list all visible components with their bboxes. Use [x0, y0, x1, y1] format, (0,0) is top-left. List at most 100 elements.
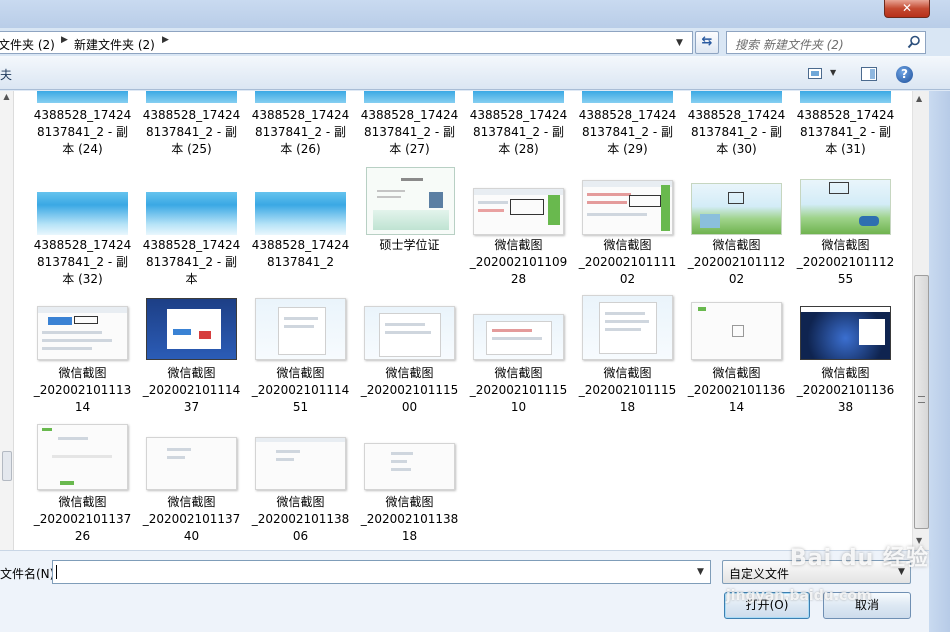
file-item[interactable]: 4388528_17424 8137841_2 - 副本 — [137, 166, 246, 286]
file-item[interactable]: 微信截图 _202002101115 18 — [573, 295, 682, 415]
file-name: 微信截图 _202002101136 14 — [687, 366, 786, 414]
file-item[interactable]: 4388528_17424 8137841_2 - 副本 (32) — [28, 166, 137, 286]
file-thumbnail — [37, 91, 128, 103]
file-thumbnail — [37, 306, 128, 360]
file-thumbnail — [364, 443, 455, 490]
toolbar: 夫 ▼ ? — [0, 56, 950, 90]
file-name: 4388528_17424 8137841_2 - 副本 (31) — [796, 108, 895, 156]
file-item[interactable]: 微信截图 _202002101138 06 — [246, 421, 355, 543]
search-box[interactable]: 搜索 新建文件夹 (2) — [726, 31, 926, 54]
file-thumbnail — [582, 295, 673, 360]
file-item[interactable]: 微信截图 _202002101114 51 — [246, 295, 355, 415]
close-button[interactable]: ✕ — [884, 0, 930, 18]
file-item[interactable]: 4388528_17424 8137841_2 - 副本 (26) — [246, 91, 355, 156]
file-name: 微信截图 _202002101138 18 — [360, 495, 459, 543]
file-name: 微信截图 _202002101137 40 — [142, 495, 241, 543]
scrollbar-grip-icon — [918, 396, 925, 403]
window-frame-right — [929, 91, 950, 632]
file-item[interactable]: 微信截图 _202002101112 55 — [791, 166, 900, 286]
file-name: 4388528_17424 8137841_2 - 副本 (30) — [687, 108, 786, 156]
file-thumbnail — [146, 298, 237, 360]
search-input[interactable]: 搜索 新建文件夹 (2) — [735, 36, 844, 53]
file-thumbnail — [364, 306, 455, 360]
filename-input[interactable]: ▼ — [52, 560, 711, 584]
file-item[interactable]: 微信截图 _202002101112 02 — [682, 166, 791, 286]
file-item[interactable]: 微信截图 _202002101137 40 — [137, 421, 246, 543]
file-thumbnail — [691, 91, 782, 103]
file-item[interactable]: 微信截图 _202002101136 38 — [791, 295, 900, 415]
file-thumbnail — [37, 192, 128, 235]
search-icon[interactable] — [907, 35, 921, 49]
file-item[interactable]: 微信截图 _202002101136 14 — [682, 295, 791, 415]
address-bar[interactable]: 文件夹 (2) ▶ 新建文件夹 (2) ▶ ▼ — [0, 31, 693, 54]
file-list-pane[interactable]: ▲ 4388528_17424 8137841_2 - 副本 (24) 43885… — [0, 91, 912, 550]
file-name: 4388528_17424 8137841_2 - 副本 (28) — [469, 108, 568, 156]
breadcrumb-current-folder[interactable]: 新建文件夹 (2) — [74, 36, 155, 53]
file-name: 微信截图 _202002101112 55 — [796, 238, 895, 286]
file-item[interactable]: 硕士学位证 — [355, 166, 464, 286]
watermark-url: jingyan.baidu.com — [726, 588, 872, 604]
file-item[interactable]: 4388528_17424 8137841_2 - 副本 (28) — [464, 91, 573, 156]
file-thumbnail — [582, 91, 673, 103]
refresh-icon: ⇆ — [701, 34, 713, 49]
file-name: 4388528_17424 8137841_2 — [251, 238, 350, 269]
file-thumbnail — [255, 437, 346, 490]
file-item[interactable]: 4388528_17424 8137841_2 - 副本 (24) — [28, 91, 137, 156]
file-item[interactable]: 4388528_17424 8137841_2 - 副本 (25) — [137, 91, 246, 156]
file-type-value: 自定义文件 — [729, 567, 790, 581]
file-thumbnail — [582, 180, 673, 235]
file-thumbnail — [800, 91, 891, 103]
change-view-icon[interactable] — [808, 68, 822, 79]
file-item[interactable]: 微信截图 _202002101114 37 — [137, 295, 246, 415]
file-name: 4388528_17424 8137841_2 - 副本 (27) — [360, 108, 459, 156]
file-name: 微信截图 _202002101109 28 — [469, 238, 568, 286]
file-item[interactable]: 4388528_17424 8137841_2 - 副本 (31) — [791, 91, 900, 156]
file-thumbnail — [473, 91, 564, 103]
file-thumbnail — [473, 188, 564, 235]
file-thumbnail — [800, 179, 891, 235]
file-item[interactable]: 4388528_17424 8137841_2 - 副本 (30) — [682, 91, 791, 156]
file-item[interactable]: 4388528_17424 8137841_2 - 副本 (27) — [355, 91, 464, 156]
file-item[interactable]: 微信截图 _202002101111 02 — [573, 166, 682, 286]
breadcrumb-separator[interactable]: ▶ — [162, 35, 169, 45]
file-thumbnail — [366, 167, 455, 235]
file-thumbnail — [255, 91, 346, 103]
watermark-brand: Bai du 经验 — [790, 546, 929, 571]
filename-dropdown-icon[interactable]: ▼ — [697, 567, 704, 577]
scroll-up-icon[interactable]: ▲ — [916, 94, 922, 103]
file-name: 微信截图 _202002101137 26 — [33, 495, 132, 543]
preview-pane-icon[interactable] — [861, 67, 877, 81]
scrollbar-thumb[interactable] — [914, 275, 929, 529]
file-name: 4388528_17424 8137841_2 - 副本 (29) — [578, 108, 677, 156]
file-thumbnail — [691, 183, 782, 235]
text-caret — [56, 565, 57, 579]
breadcrumb-parent-folder[interactable]: 文件夹 (2) — [0, 36, 55, 53]
file-item[interactable]: 4388528_17424 8137841_2 — [246, 166, 355, 286]
file-item[interactable]: 微信截图 _202002101115 00 — [355, 295, 464, 415]
file-item[interactable]: 微信截图 _202002101113 14 — [28, 295, 137, 415]
file-name: 4388528_17424 8137841_2 - 副本 (24) — [33, 108, 132, 156]
refresh-button[interactable]: ⇆ — [695, 31, 719, 54]
scroll-up-arrow-icon[interactable]: ▲ — [1, 92, 12, 104]
vertical-scrollbar[interactable]: ▲ ▼ — [912, 91, 929, 550]
file-thumbnail — [37, 424, 128, 490]
file-thumbnail — [255, 298, 346, 360]
file-thumbnail — [255, 192, 346, 235]
navigation-pane-scroll-thumb[interactable] — [2, 451, 12, 481]
file-name: 4388528_17424 8137841_2 - 副本 (25) — [142, 108, 241, 156]
file-name: 微信截图 _202002101136 38 — [796, 366, 895, 414]
help-icon[interactable]: ? — [896, 66, 913, 83]
file-name: 微信截图 _202002101114 51 — [251, 366, 350, 414]
file-item[interactable]: 4388528_17424 8137841_2 - 副本 (29) — [573, 91, 682, 156]
file-name: 微信截图 _202002101115 18 — [578, 366, 677, 414]
file-item[interactable]: 微信截图 _202002101138 18 — [355, 421, 464, 543]
toolbar-organize-fragment[interactable]: 夫 — [0, 66, 12, 83]
file-thumbnail — [364, 91, 455, 103]
file-item[interactable]: 微信截图 _202002101137 26 — [28, 421, 137, 543]
file-item[interactable]: 微信截图 _202002101115 10 — [464, 295, 573, 415]
file-item[interactable]: 微信截图 _202002101109 28 — [464, 166, 573, 286]
address-dropdown-icon[interactable]: ▼ — [676, 38, 683, 48]
view-options-dropdown-icon[interactable]: ▼ — [830, 68, 836, 77]
breadcrumb-separator[interactable]: ▶ — [61, 35, 68, 45]
file-name: 微信截图 _202002101115 00 — [360, 366, 459, 414]
